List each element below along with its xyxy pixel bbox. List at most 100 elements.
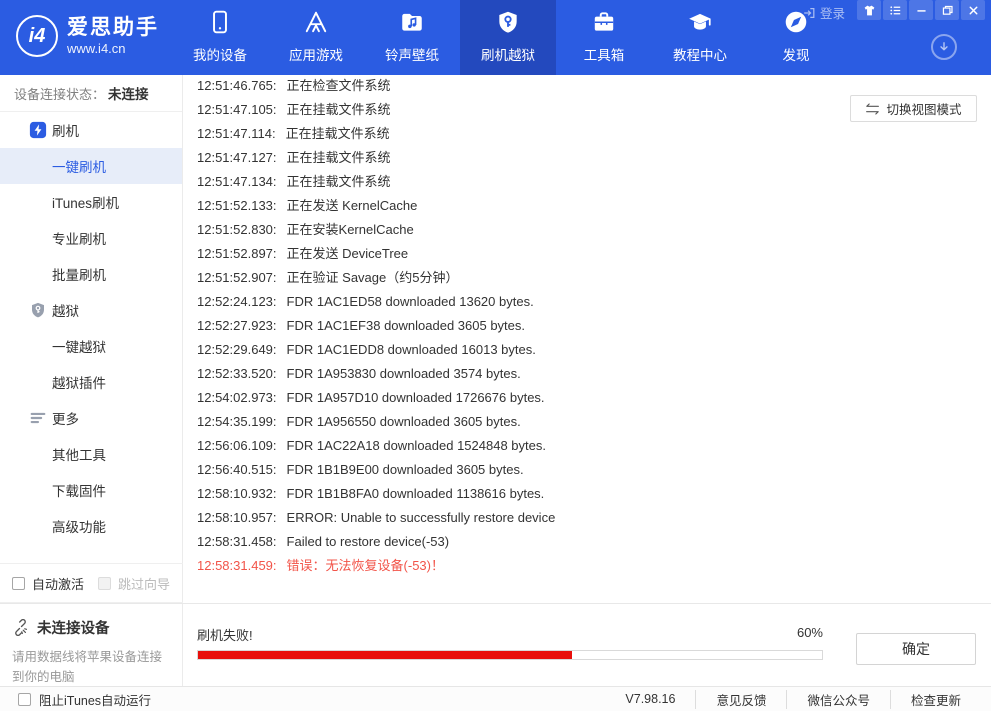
sidebar-item[interactable]: 更多 (0, 400, 182, 436)
app-site: www.i4.cn (67, 40, 126, 56)
close-button[interactable] (961, 0, 985, 20)
log-line: 12:54:35.199: FDR 1A956550 downloaded 360… (197, 410, 991, 434)
sidebar-item[interactable]: 一键越狱 (0, 328, 182, 364)
menu-list-button[interactable] (883, 0, 907, 20)
sidebar-item[interactable]: 越狱 (0, 292, 182, 328)
broken-link-icon (12, 619, 29, 636)
log-message: FDR 1A953830 downloaded 3574 bytes. (286, 366, 521, 381)
footer-link[interactable]: 意见反馈 (695, 689, 786, 709)
more-lines-icon (29, 409, 47, 427)
sidebar-item[interactable]: 下载固件 (0, 472, 182, 508)
log-line: 12:58:31.459: 错误：无法恢复设备(-53)！ (197, 554, 991, 578)
main-nav: 我的设备 应用游戏 铃声壁纸 刷机越狱 工具箱 教程中心 发现 (172, 0, 844, 75)
log-line: 12:51:52.907: 正在验证 Savage（约5分钟） (197, 266, 991, 290)
log-message: 正在挂载文件系统 (286, 150, 391, 165)
ok-button[interactable]: 确定 (856, 633, 976, 665)
version-label: V7.98.16 (625, 692, 676, 706)
log-message: FDR 1B1B9E00 downloaded 3605 bytes. (286, 462, 524, 477)
nav-tab[interactable]: 工具箱 (556, 0, 652, 75)
maximize-button[interactable] (935, 0, 959, 20)
device-panel-title: 未连接设备 (12, 617, 171, 638)
sidebar: 设备连接状态： 未连接 刷机 一键刷机 iTunes刷机 专业刷机 批量刷机 越… (0, 75, 183, 686)
log-timestamp: 12:51:47.114: (197, 126, 276, 141)
sidebar-item[interactable]: iTunes刷机 (0, 184, 182, 220)
log-timestamp: 12:54:35.199: (197, 414, 277, 429)
sidebar-item[interactable]: 一键刷机 (0, 148, 182, 184)
sidebar-item[interactable]: 刷机 (0, 112, 182, 148)
log-message: 正在安装KernelCache (286, 222, 414, 237)
sidebar-item-label: 下载固件 (52, 484, 106, 499)
swap-arrows-icon (865, 102, 880, 115)
switch-view-mode-button[interactable]: 切换视图模式 (850, 95, 977, 122)
footer-link[interactable]: 微信公众号 (786, 689, 890, 709)
log-timestamp: 12:51:47.127: (197, 150, 277, 165)
toolbox-icon (591, 9, 617, 35)
footer-link[interactable]: 检查更新 (889, 689, 981, 709)
block-itunes-checkbox[interactable]: 阻止iTunes自动运行 (18, 690, 151, 709)
sidebar-item[interactable]: 其他工具 (0, 436, 182, 472)
connection-status-value: 未连接 (108, 87, 149, 102)
log-message: 错误：无法恢复设备(-53)！ (286, 558, 444, 573)
maximize-icon (941, 4, 954, 17)
log-message: 正在验证 Savage（约5分钟） (286, 270, 459, 285)
log-message: ERROR: Unable to successfully restore de… (286, 510, 556, 525)
sidebar-item[interactable]: 专业刷机 (0, 220, 182, 256)
sidebar-item-label: 一键越狱 (52, 340, 106, 355)
log-line: 12:54:02.973: FDR 1A957D10 downloaded 172… (197, 386, 991, 410)
sidebar-item-label: 批量刷机 (52, 268, 106, 283)
list-icon (889, 4, 902, 17)
shield-key-gray-icon (29, 301, 47, 319)
log-timestamp: 12:58:31.459: (197, 558, 277, 573)
log-message: FDR 1AC1EDD8 downloaded 16013 bytes. (286, 342, 536, 357)
log-timestamp: 12:51:52.907: (197, 270, 277, 285)
nav-tab[interactable]: 铃声壁纸 (364, 0, 460, 75)
log-line: 12:52:24.123: FDR 1AC1ED58 downloaded 136… (197, 290, 991, 314)
log-timestamp: 12:51:46.765: (197, 78, 277, 93)
graduation-cap-icon (687, 9, 713, 35)
sidebar-item[interactable]: 批量刷机 (0, 256, 182, 292)
log-message: FDR 1AC1ED58 downloaded 13620 bytes. (286, 294, 534, 309)
phone-icon (207, 9, 233, 35)
log-line: 12:52:33.520: FDR 1A953830 downloaded 357… (197, 362, 991, 386)
login-icon (802, 6, 816, 20)
log-line: 12:56:40.515: FDR 1B1B9E00 downloaded 360… (197, 458, 991, 482)
checkbox-icon (98, 576, 111, 590)
log-line: 12:56:06.109: FDR 1AC22A18 downloaded 152… (197, 434, 991, 458)
ringtone-folder-icon (399, 9, 425, 35)
log-message: FDR 1A956550 downloaded 3605 bytes. (286, 414, 521, 429)
auto-activate-checkbox[interactable]: 自动激活 (12, 574, 98, 593)
skip-wizard-checkbox[interactable]: 跳过向导 (98, 574, 170, 593)
progress-percent: 60% (796, 625, 823, 640)
close-icon (967, 4, 980, 17)
log-message: 正在检查文件系统 (286, 78, 391, 93)
log-timestamp: 12:52:24.123: (197, 294, 277, 309)
log-timestamp: 12:54:02.973: (197, 390, 277, 405)
log-line: 12:51:52.830: 正在安装KernelCache (197, 218, 991, 242)
footer-links: 意见反馈 微信公众号 检查更新 (695, 689, 981, 709)
connection-status: 设备连接状态： 未连接 (0, 75, 182, 112)
login-button[interactable]: 登录 (802, 3, 845, 22)
sidebar-menu: 刷机 一键刷机 iTunes刷机 专业刷机 批量刷机 越狱 一键越狱 越狱插件 … (0, 112, 182, 544)
log-line: 12:52:27.923: FDR 1AC1EF38 downloaded 360… (197, 314, 991, 338)
titlebar-controls: 登录 (802, 0, 985, 22)
log-timestamp: 12:58:31.458: (197, 534, 277, 549)
log-list: 12:51:46.765: 正在检查文件系统 12:51:47.105: 正在挂载文… (197, 75, 991, 578)
nav-tab[interactable]: 应用游戏 (268, 0, 364, 75)
sidebar-item[interactable]: 高级功能 (0, 508, 182, 544)
log-line: 12:58:10.957: ERROR: Unable to successful… (197, 506, 991, 530)
log-timestamp: 12:58:10.957: (197, 510, 277, 525)
sidebar-item[interactable]: 越狱插件 (0, 364, 182, 400)
log-timestamp: 12:51:52.133: (197, 198, 277, 213)
top-navbar: i4 爱思助手 www.i4.cn 我的设备 应用游戏 铃声壁纸 刷机越狱 工具… (0, 0, 991, 75)
device-panel: 未连接设备 请用数据线将苹果设备连接到你的电脑 (0, 604, 183, 687)
log-line: 12:51:47.134: 正在挂载文件系统 (197, 170, 991, 194)
log-timestamp: 12:51:47.105: (197, 102, 277, 117)
nav-tab[interactable]: 我的设备 (172, 0, 268, 75)
minimize-button[interactable] (909, 0, 933, 20)
theme-button[interactable] (857, 0, 881, 20)
logo-i4-icon: i4 (16, 15, 58, 57)
log-message: 正在挂载文件系统 (286, 102, 391, 117)
nav-tab[interactable]: 教程中心 (652, 0, 748, 75)
download-manager-button[interactable] (931, 34, 957, 60)
nav-tab[interactable]: 刷机越狱 (460, 0, 556, 75)
